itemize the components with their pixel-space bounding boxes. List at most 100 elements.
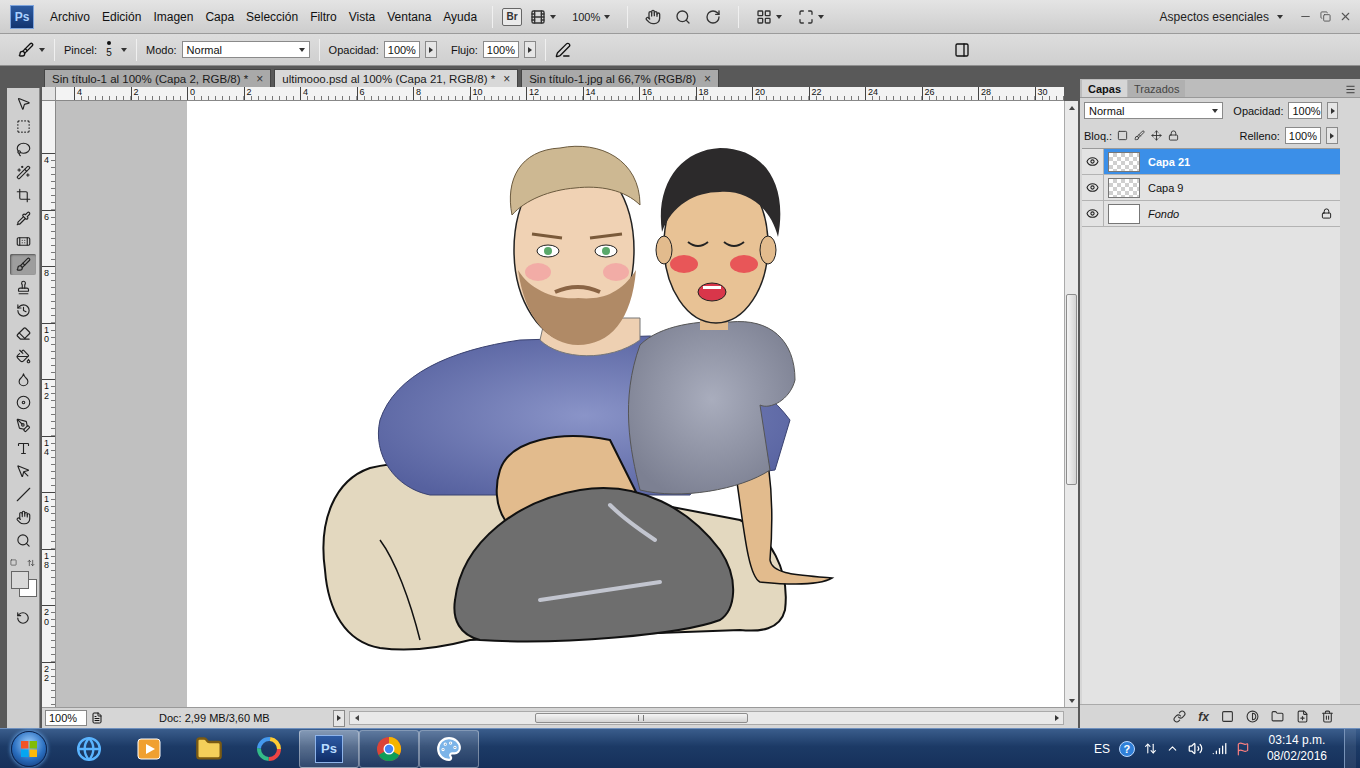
swap-colors-icon[interactable] (27, 559, 35, 567)
layer-row[interactable]: Capa 9 (1082, 175, 1340, 201)
volume-icon[interactable] (1188, 741, 1203, 756)
language-indicator[interactable]: ES (1094, 742, 1110, 756)
lock-all-icon[interactable] (1168, 130, 1179, 141)
tool-button[interactable] (10, 116, 36, 137)
tool-button[interactable] (10, 139, 36, 160)
visibility-toggle[interactable] (1082, 149, 1104, 174)
menu-item[interactable]: Vista (343, 10, 381, 24)
tool-button[interactable] (10, 392, 36, 413)
start-button[interactable] (11, 731, 47, 767)
tool-button[interactable] (10, 507, 36, 528)
layer-opacity-field[interactable]: 100% (1288, 102, 1322, 119)
visibility-toggle[interactable] (1082, 175, 1104, 200)
fill-button[interactable] (1326, 127, 1338, 144)
layer-row[interactable]: Capa 21 (1082, 149, 1340, 175)
close-tab-button[interactable]: × (704, 72, 711, 86)
rotate-view-icon[interactable] (705, 9, 721, 25)
network-icon[interactable] (1212, 741, 1227, 756)
taskbar-app[interactable] (239, 730, 299, 768)
default-colors-icon[interactable] (10, 559, 17, 566)
workspace-switcher[interactable]: Aspectos esenciales (1144, 10, 1299, 24)
lock-pixels-icon[interactable] (1134, 130, 1145, 141)
scroll-up-button[interactable] (1065, 101, 1078, 114)
vertical-scrollbar[interactable] (1064, 101, 1078, 707)
tool-button[interactable] (10, 484, 36, 505)
opacity-slider-button[interactable] (425, 41, 437, 58)
layer-row[interactable]: Fondo (1082, 201, 1340, 227)
restore-icon[interactable] (1320, 11, 1331, 22)
tool-button[interactable] (10, 185, 36, 206)
zoom-field[interactable]: 100% (45, 710, 87, 726)
action-center-icon[interactable] (1236, 742, 1250, 756)
tool-preset-picker[interactable] (18, 42, 45, 58)
link-icon[interactable] (1173, 710, 1186, 723)
document-info-icon[interactable] (91, 712, 103, 724)
trash-icon[interactable] (1321, 710, 1334, 723)
bridge-button[interactable]: Br (502, 8, 522, 26)
panel-menu-button[interactable] (1345, 84, 1360, 97)
group-icon[interactable] (1271, 710, 1284, 723)
clock[interactable]: 03:14 p.m.08/02/2016 (1259, 733, 1335, 764)
taskbar-app[interactable] (179, 730, 239, 768)
zoom-icon[interactable] (675, 9, 691, 25)
taskbar-app[interactable]: Ps (299, 730, 359, 768)
scroll-right-button[interactable] (1050, 712, 1063, 725)
show-hidden-icon[interactable] (1166, 742, 1179, 755)
brush-panel-icon[interactable] (954, 42, 970, 58)
minimize-icon[interactable] (1299, 10, 1312, 23)
status-menu-button[interactable] (333, 710, 345, 727)
layer-effects-button[interactable]: fx (1198, 710, 1209, 724)
screen-mode[interactable] (790, 9, 832, 25)
mode-select[interactable]: Normal (182, 41, 310, 58)
menu-item[interactable]: Selección (240, 10, 304, 24)
scroll-thumb[interactable] (1066, 294, 1077, 485)
airbrush-icon[interactable] (555, 42, 571, 58)
flow-slider-button[interactable] (524, 41, 536, 58)
menu-item[interactable]: Capa (199, 10, 240, 24)
layer-opacity-button[interactable] (1327, 102, 1338, 119)
taskbar-app[interactable] (119, 730, 179, 768)
quick-mask-button[interactable] (10, 607, 36, 628)
new-layer-icon[interactable] (1296, 710, 1309, 723)
menu-item[interactable]: Imagen (147, 10, 199, 24)
close-tab-button[interactable]: × (256, 72, 263, 86)
close-tab-button[interactable]: × (503, 72, 510, 86)
brush-picker[interactable]: Pincel:5 (64, 41, 127, 58)
lock-position-icon[interactable] (1151, 130, 1162, 141)
lock-transparency-icon[interactable] (1117, 130, 1128, 141)
panel-tab[interactable]: Trazados (1128, 80, 1185, 97)
document-tab[interactable]: ultimooo.psd al 100% (Capa 21, RGB/8) *× (274, 69, 518, 87)
hand-icon[interactable] (645, 9, 661, 25)
ruler-corner[interactable] (42, 87, 56, 101)
taskbar-app[interactable] (59, 730, 119, 768)
tool-button[interactable] (10, 346, 36, 367)
tool-button[interactable] (10, 438, 36, 459)
flow-field[interactable]: 100% (483, 41, 519, 58)
scroll-down-button[interactable] (1065, 694, 1078, 707)
tool-button[interactable] (10, 277, 36, 298)
menu-item[interactable]: Ayuda (437, 10, 483, 24)
tool-button[interactable] (10, 162, 36, 183)
tool-button[interactable] (10, 300, 36, 321)
scroll-thumb[interactable] (535, 713, 748, 723)
document-tab[interactable]: Sin título-1.jpg al 66,7% (RGB/8)× (521, 69, 719, 87)
panel-tab[interactable]: Capas (1082, 80, 1127, 97)
menu-item[interactable]: Ventana (381, 10, 437, 24)
tool-button[interactable] (10, 208, 36, 229)
foreground-color[interactable] (11, 571, 29, 589)
taskbar-app[interactable] (359, 730, 419, 768)
show-desktop-button[interactable] (1344, 729, 1356, 768)
document-tab[interactable]: Sin título-1 al 100% (Capa 2, RGB/8) *× (44, 69, 271, 87)
arrange-documents[interactable] (748, 9, 790, 25)
scroll-left-button[interactable] (350, 712, 363, 725)
horizontal-scrollbar[interactable] (349, 711, 1064, 725)
fill-field[interactable]: 100% (1285, 127, 1321, 144)
photoshop-logo[interactable]: Ps (10, 5, 34, 29)
opacity-field[interactable]: 100% (384, 41, 420, 58)
tool-button[interactable] (10, 461, 36, 482)
view-extras[interactable] (522, 9, 564, 25)
tool-button[interactable] (10, 231, 36, 252)
menu-item[interactable]: Filtro (304, 10, 343, 24)
adjustment-icon[interactable] (1246, 710, 1259, 723)
help-button[interactable]: ? (1119, 741, 1135, 757)
